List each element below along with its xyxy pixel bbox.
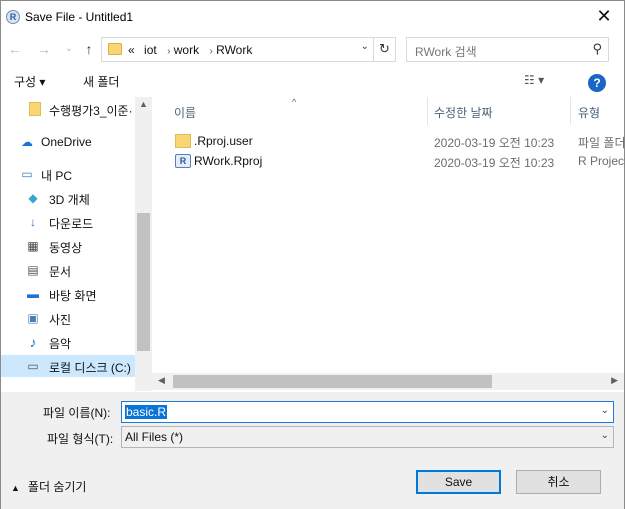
search-icon[interactable]: ⚲ <box>592 41 602 57</box>
sort-ascending-icon: ^ <box>292 97 297 107</box>
sidebar-item-downloads[interactable]: ↓ 다운로드 <box>1 211 135 233</box>
column-header-modified[interactable]: 수정한 날짜 <box>434 104 493 121</box>
r-app-icon: R <box>6 10 20 24</box>
column-header-type[interactable]: 유형 <box>578 104 600 121</box>
column-divider[interactable] <box>427 97 428 125</box>
view-options-icon[interactable]: ☷ ▾ <box>524 73 544 87</box>
breadcrumb: « iot › work › RWork <box>128 43 252 57</box>
cancel-button[interactable]: 취소 <box>516 470 601 494</box>
file-name: RWork.Rproj <box>194 154 263 168</box>
up-arrow-icon[interactable]: ↑ <box>81 41 97 57</box>
navigation-pane: 수행평가3_이준· ☁ OneDrive ▭ 내 PC ◆ 3D 개체 ↓ 다운… <box>1 97 150 391</box>
file-date: 2020-03-19 오전 10:23 <box>434 136 555 150</box>
sidebar-item-onedrive[interactable]: ☁ OneDrive <box>1 131 135 153</box>
scrollbar-thumb[interactable] <box>173 375 492 388</box>
sidebar-item-desktop[interactable]: ▬ 바탕 화면 <box>1 283 135 305</box>
chevron-down-icon[interactable]: ⌄ <box>601 405 609 416</box>
sidebar-item-this-pc[interactable]: ▭ 내 PC <box>1 163 135 185</box>
sidebar-item-label: 사진 <box>49 313 72 327</box>
pc-icon: ▭ <box>21 167 33 181</box>
breadcrumb-rwork[interactable]: RWork <box>216 43 252 57</box>
rproj-file-icon: R <box>175 154 191 168</box>
list-item[interactable]: R RWork.Rproj 2020-03-19 오전 10:23 R Proj… <box>171 151 625 171</box>
help-icon[interactable]: ? <box>588 74 606 92</box>
scroll-left-icon[interactable]: ◀ <box>158 375 165 386</box>
recent-locations-icon[interactable]: ⌄ <box>61 41 77 57</box>
column-divider[interactable] <box>570 97 571 125</box>
sidebar-item-label: 다운로드 <box>49 217 94 231</box>
new-folder-button[interactable]: 새 폴더 <box>83 73 119 90</box>
sidebar-item-label: 수행평가3_이준· <box>49 104 133 118</box>
sidebar-item-label: 문서 <box>49 265 72 279</box>
scrollbar-thumb[interactable] <box>137 213 150 351</box>
cloud-icon: ☁ <box>21 135 33 149</box>
search-box[interactable]: RWork 검색 ⚲ <box>406 37 609 62</box>
file-date: 2020-03-19 오전 10:23 <box>434 156 555 170</box>
breadcrumb-overflow[interactable]: « <box>128 43 135 57</box>
folder-icon <box>29 102 41 116</box>
chevron-right-icon[interactable]: › <box>167 46 170 57</box>
save-file-dialog: R Save File - Untitled1 ✕ ← → ⌄ ↑ « iot … <box>0 0 625 509</box>
sidebar-item-project-folder[interactable]: 수행평가3_이준· <box>1 98 135 120</box>
sidebar-item-label: 로컬 디스크 (C:) <box>49 361 131 375</box>
title-bar: R Save File - Untitled1 ✕ <box>1 1 624 32</box>
filename-field[interactable]: basic.R ⌄ <box>121 401 614 423</box>
close-icon[interactable]: ✕ <box>594 6 614 26</box>
scrollbar-corner <box>135 373 152 391</box>
forward-arrow-icon[interactable]: → <box>36 41 52 57</box>
sidebar-item-pictures[interactable]: ▣ 사진 <box>1 307 135 329</box>
sidebar-item-local-disk[interactable]: ▭ 로컬 디스크 (C:) <box>1 355 135 377</box>
scroll-right-icon[interactable]: ▶ <box>611 375 618 386</box>
file-list-scrollbar[interactable]: ◀ ▶ <box>152 373 624 390</box>
sidebar-item-music[interactable]: ♪ 음악 <box>1 331 135 353</box>
chevron-down-icon[interactable]: ⌄ <box>601 430 609 441</box>
download-icon: ↓ <box>30 215 36 229</box>
cube-icon: ◆ <box>28 191 38 205</box>
hide-folders-label: 폴더 숨기기 <box>27 480 87 494</box>
sidebar-item-documents[interactable]: ▤ 문서 <box>1 259 135 281</box>
disk-icon: ▭ <box>27 359 39 373</box>
filetype-label: 파일 형식(T): <box>47 432 114 446</box>
refresh-icon[interactable]: ↻ <box>373 38 395 61</box>
save-button[interactable]: Save <box>416 470 501 494</box>
filetype-select[interactable]: All Files (*) ⌄ <box>121 426 614 448</box>
picture-icon: ▣ <box>27 311 39 325</box>
organize-button[interactable]: 구성 ▾ <box>14 73 45 90</box>
desktop-icon: ▬ <box>27 287 39 301</box>
chevron-down-icon[interactable]: ⌄ <box>361 41 369 52</box>
scroll-up-icon[interactable]: ▲ <box>135 99 152 109</box>
sidebar-item-3d-objects[interactable]: ◆ 3D 개체 <box>1 187 135 209</box>
filename-label: 파일 이름(N): <box>43 406 111 420</box>
file-type: 파일 폴더 <box>578 136 625 150</box>
chevron-up-icon: ▲ <box>11 483 20 493</box>
column-header-name[interactable]: 이름 <box>174 104 196 121</box>
search-input[interactable]: RWork 검색 <box>415 43 477 60</box>
sidebar-item-videos[interactable]: ▦ 동영상 <box>1 235 135 257</box>
list-item[interactable]: .Rproj.user 2020-03-19 오전 10:23 파일 폴더 <box>171 131 625 151</box>
sidebar-item-label: OneDrive <box>41 135 92 149</box>
file-list: ^ 이름 수정한 날짜 유형 .Rproj.user 2020-03-19 오전… <box>164 97 625 391</box>
sidebar-item-label: 음악 <box>49 337 72 351</box>
sidebar-item-label: 내 PC <box>41 169 73 183</box>
document-icon: ▤ <box>27 263 39 277</box>
filetype-value: All Files (*) <box>125 430 184 444</box>
breadcrumb-work[interactable]: work <box>174 43 199 57</box>
sidebar-item-label: 바탕 화면 <box>49 289 97 303</box>
breadcrumb-iot[interactable]: iot <box>144 43 157 57</box>
window-title: Save File - Untitled1 <box>25 10 134 24</box>
hide-folders-button[interactable]: ▲ 폴더 숨기기 <box>11 478 86 495</box>
file-name: .Rproj.user <box>194 134 253 148</box>
chevron-right-icon[interactable]: › <box>209 46 212 57</box>
video-icon: ▦ <box>27 239 39 253</box>
sidebar-scrollbar[interactable]: ▲ ▼ <box>135 97 152 391</box>
music-icon: ♪ <box>29 334 37 350</box>
sidebar-item-label: 3D 개체 <box>49 193 90 207</box>
filename-value[interactable]: basic.R <box>125 405 168 419</box>
sidebar-item-label: 동영상 <box>49 241 83 255</box>
back-arrow-icon[interactable]: ← <box>7 41 23 57</box>
folder-icon <box>108 43 122 55</box>
folder-icon <box>175 134 191 148</box>
address-bar[interactable]: « iot › work › RWork ⌄ ↻ <box>101 37 396 62</box>
file-type: R Project <box>578 154 625 168</box>
